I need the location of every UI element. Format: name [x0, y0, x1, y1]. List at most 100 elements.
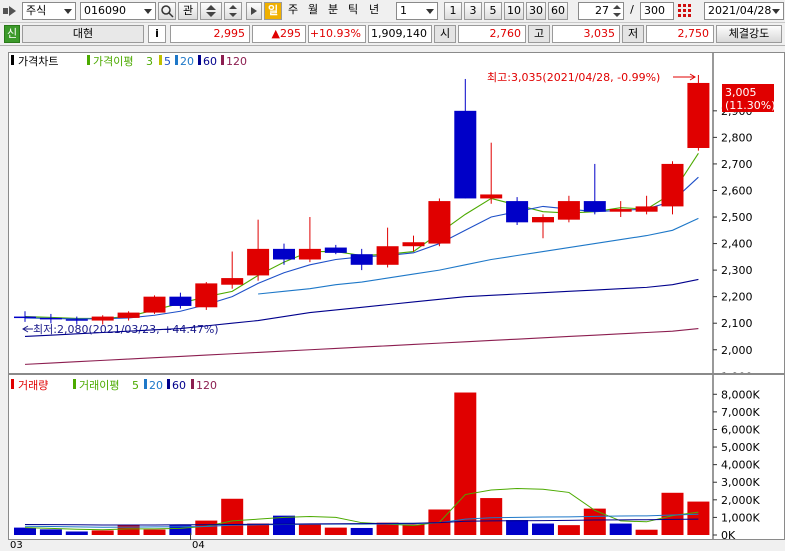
price-ma-3-label: 3	[146, 55, 153, 68]
candle-body	[91, 316, 114, 321]
volume-ma-60-label: 60	[172, 379, 186, 392]
count-spin-icon[interactable]	[612, 3, 622, 19]
candle-body	[65, 319, 88, 321]
candle-body	[609, 209, 632, 212]
volume-bar	[402, 524, 425, 535]
stock-code-input[interactable]: 016090	[80, 2, 156, 20]
interval-10-button[interactable]: 10	[504, 2, 524, 20]
candle-body	[661, 163, 684, 207]
volume-bar	[39, 529, 62, 535]
main-toolbar: 주식 016090 관 일 주 월 분 틱 년 1 1 3 5 10 30 60…	[0, 0, 785, 23]
candle-body	[221, 278, 244, 285]
arrow-right-button[interactable]	[246, 2, 262, 20]
open-price: 2,760	[458, 25, 526, 43]
price-legend-title: 가격차트	[18, 55, 58, 68]
interval-60-button[interactable]: 60	[548, 2, 568, 20]
candle-body	[350, 254, 373, 265]
open-label: 시	[434, 25, 456, 43]
candle-body	[635, 206, 658, 212]
volume-chart-panel[interactable]: 거래량 거래이평 5 20 60 120 8,000K 7,000K 6,000K 5…	[8, 374, 785, 540]
volume-ma-120-label: 120	[196, 379, 217, 392]
volume-chart[interactable]: 거래량 거래이평 5 20 60 120 8,000K 7,000K 6,000K 5…	[9, 375, 784, 539]
volume-bar	[273, 515, 295, 535]
price-ma-legend-title: 가격이평	[93, 55, 133, 68]
spin-button[interactable]	[224, 2, 242, 20]
stock-name: 대현	[22, 25, 144, 43]
spin-icon	[229, 5, 237, 17]
x-tick-april	[190, 533, 191, 540]
volume-y-tick-label: 5,000K	[721, 441, 760, 454]
total-value: 300	[644, 4, 665, 17]
candle-body	[557, 201, 580, 220]
count-value: 27	[595, 4, 609, 17]
candle-body	[532, 217, 554, 223]
interval-3-button[interactable]: 3	[464, 2, 482, 20]
volume-ma-60-marker	[167, 379, 170, 389]
date-value: 2021/04/28	[708, 4, 772, 17]
interval-select[interactable]: 1	[396, 2, 438, 20]
candle-body	[39, 317, 62, 320]
x-label-april: 04	[192, 540, 205, 551]
volume-bar	[454, 392, 477, 535]
pin-icon[interactable]	[2, 2, 18, 20]
period-month-tab[interactable]: 월	[304, 2, 322, 20]
x-label-march: 03	[10, 540, 23, 551]
price-y-tick-label: 2,700	[721, 158, 753, 171]
volume-ma-20-marker	[144, 379, 147, 389]
period-minute-tab[interactable]: 분	[324, 2, 342, 20]
arrow-right-icon	[251, 7, 257, 15]
info-button[interactable]: i	[148, 25, 166, 43]
high-price: 3,035	[552, 25, 620, 43]
high-annotation: 최고:3,035(2021/04/28, -0.99%)	[487, 71, 660, 84]
interval-1-button[interactable]: 1	[444, 2, 462, 20]
period-week-tab[interactable]: 주	[284, 2, 302, 20]
price-y-tick-label: 2,200	[721, 291, 753, 304]
search-button[interactable]	[158, 2, 176, 20]
count-input[interactable]: 27	[578, 2, 624, 20]
period-tick-tab[interactable]: 틱	[344, 2, 362, 20]
count-separator: /	[630, 3, 634, 16]
date-picker[interactable]: 2021/04/28	[704, 2, 784, 20]
price-chart-panel[interactable]: 가격차트 가격이평 3 5 20 60 120 최고:3,035(2021/04…	[8, 52, 785, 374]
quote-bar: 신 대현 i 2,995 ▲295 +10.93% 1,909,140 시 2,…	[0, 23, 785, 46]
volume-bar	[583, 508, 606, 535]
candle-body	[506, 201, 529, 223]
period-day-tab[interactable]: 일	[264, 2, 282, 20]
price-legend-marker	[11, 55, 14, 65]
price-y-tick-label: 2,300	[721, 264, 753, 277]
volume-y-tick-label: 3,000K	[721, 476, 760, 489]
price-y-tick-label: 2,100	[721, 317, 753, 330]
interval-30-button[interactable]: 30	[526, 2, 546, 20]
volume-value: 1,909,140	[368, 25, 432, 43]
price-y-tick-label: 1,900	[721, 370, 753, 373]
volume-bar	[350, 527, 373, 535]
grid-settings-button[interactable]	[676, 2, 694, 20]
info-icon: i	[155, 27, 159, 40]
volume-bar	[195, 520, 218, 535]
link-button[interactable]	[200, 2, 222, 20]
price-change-pct: +10.93%	[308, 25, 366, 43]
market-value: 주식	[26, 4, 47, 17]
strength-button[interactable]: 체결강도	[716, 25, 782, 43]
volume-bar	[65, 531, 88, 535]
price-y-tick-label: 2,400	[721, 238, 753, 251]
gwan-button[interactable]: 관	[178, 2, 198, 20]
volume-bar	[506, 520, 529, 535]
price-ma-20-label: 20	[180, 55, 194, 68]
total-input[interactable]: 300	[640, 2, 674, 20]
period-year-tab[interactable]: 년	[364, 2, 384, 20]
stock-code-value: 016090	[84, 4, 126, 17]
market-select[interactable]: 주식	[22, 2, 76, 20]
low-annotation: 최저:2,080(2021/03/23, +44.47%)	[33, 323, 219, 336]
price-chart[interactable]: 가격차트 가격이평 3 5 20 60 120 최고:3,035(2021/04…	[9, 53, 784, 373]
candle-body	[169, 296, 192, 306]
candle-body	[195, 283, 218, 308]
candle-body	[454, 110, 477, 199]
volume-y-tick-label: 7,000K	[721, 406, 760, 419]
volume-bar	[14, 527, 36, 535]
volume-ma-legend-marker	[73, 379, 76, 389]
volume-bar	[635, 529, 658, 535]
price-y-tick-label: 2,800	[721, 131, 753, 144]
current-price: 2,995	[170, 25, 250, 43]
interval-5-button[interactable]: 5	[484, 2, 502, 20]
